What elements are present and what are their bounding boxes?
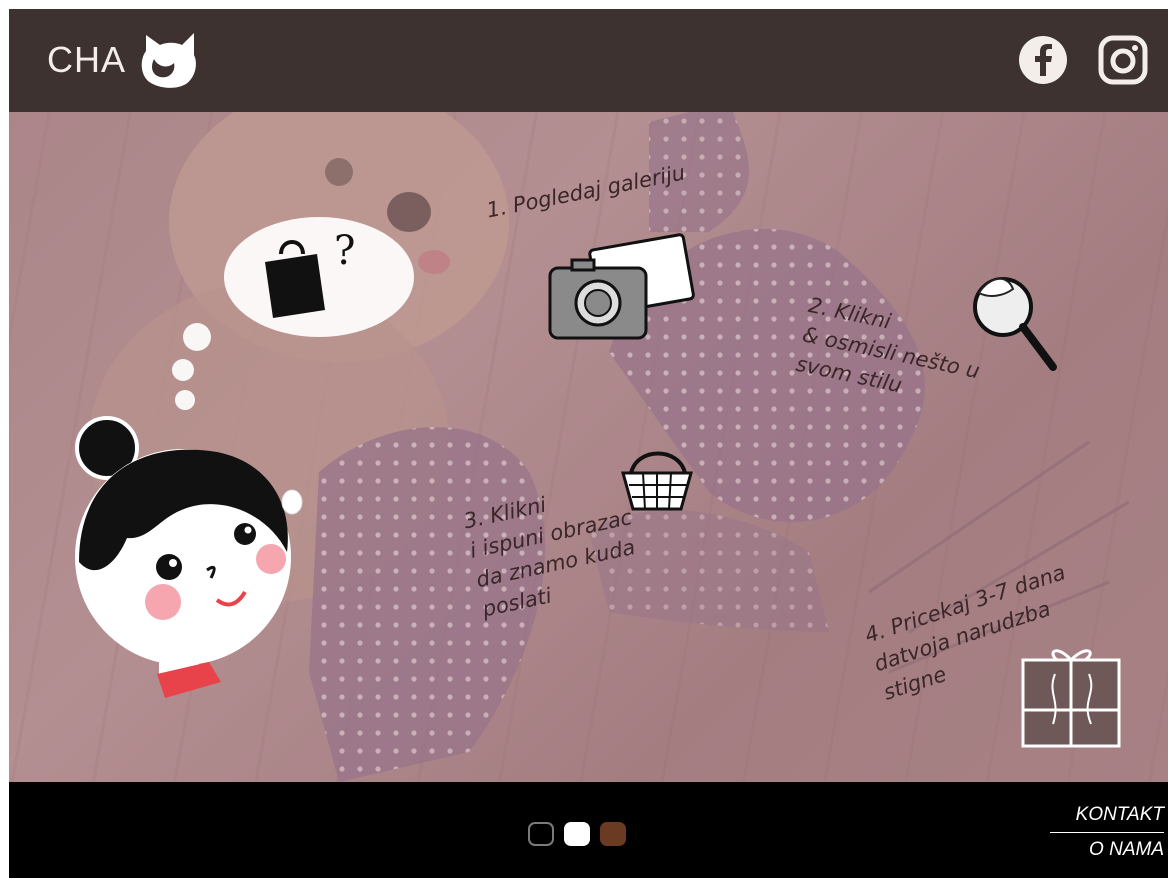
shopping-basket-icon[interactable] bbox=[617, 447, 697, 517]
footer-links: KONTAKT O NAMA bbox=[1050, 802, 1164, 863]
magnifier-brush-icon[interactable] bbox=[969, 267, 1059, 377]
top-bar: CHA bbox=[9, 9, 1168, 112]
footer-divider bbox=[1050, 832, 1164, 833]
instagram-icon[interactable] bbox=[1097, 34, 1149, 86]
color-dot-black[interactable] bbox=[528, 822, 554, 846]
photos-icon[interactable] bbox=[544, 230, 699, 345]
color-switcher bbox=[528, 822, 626, 846]
hero-section: ? 1. Pogledaj galeriju 2. Klikni & osmis… bbox=[9, 112, 1168, 782]
page-frame: CHA ? 1. Pogledaj galeriju 2. Klikni & o… bbox=[9, 9, 1168, 878]
o-nama-link[interactable]: O NAMA bbox=[1050, 837, 1164, 863]
gift-box-icon[interactable] bbox=[1017, 644, 1127, 749]
color-dot-white[interactable] bbox=[564, 822, 590, 846]
brand-logo[interactable]: CHA bbox=[47, 29, 200, 91]
kontakt-link[interactable]: KONTAKT bbox=[1050, 802, 1164, 828]
facebook-icon[interactable] bbox=[1017, 34, 1069, 86]
color-dot-brown[interactable] bbox=[600, 822, 626, 846]
girl-avatar bbox=[75, 416, 303, 698]
shopping-bag-icon bbox=[265, 240, 325, 318]
question-mark: ? bbox=[334, 228, 356, 274]
bottom-bar: KONTAKT O NAMA bbox=[9, 782, 1168, 878]
brand-name: CHA bbox=[47, 39, 127, 80]
cat-head-icon bbox=[141, 33, 196, 88]
